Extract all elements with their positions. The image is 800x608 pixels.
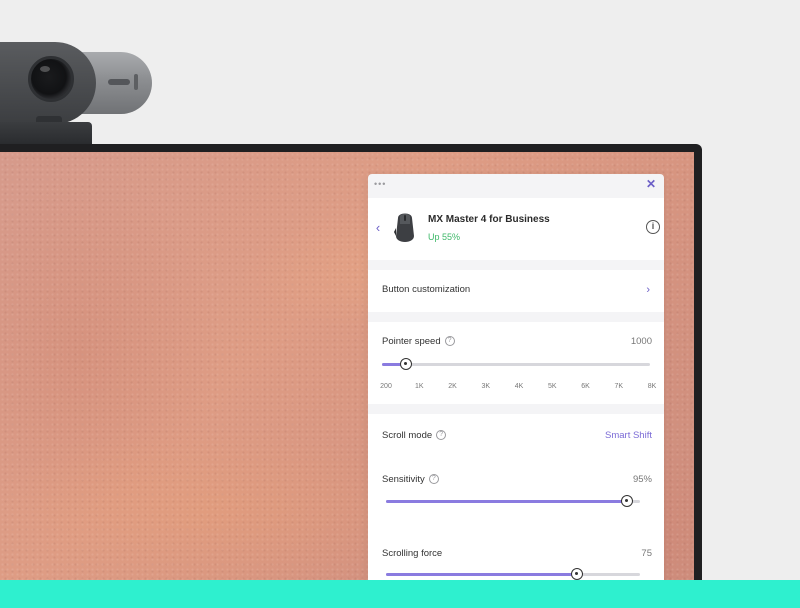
sensitivity-value: 95% — [632, 474, 652, 485]
menu-dots-icon[interactable]: ••• — [374, 180, 388, 189]
pointer-speed-tick-label: 7K — [614, 383, 624, 390]
scrolling-force-label: Scrolling force — [382, 548, 443, 559]
options-panel: ••• ✕ ‹ MX Master 4 for Business Up 55% … — [368, 174, 664, 594]
pointer-speed-slider[interactable] — [382, 363, 650, 366]
panel-titlebar: ••• ✕ — [368, 174, 664, 194]
sensitivity-slider-thumb[interactable] — [621, 495, 634, 507]
scrolling-force-slider-fill — [386, 573, 577, 576]
pointer-speed-tick-label: 5K — [547, 383, 557, 390]
pointer-speed-tick-label: 1K — [414, 383, 424, 390]
scroll-mode-label: Scroll mode? — [382, 430, 447, 441]
pointer-speed-tick-label: 200 — [380, 383, 392, 390]
pointer-speed-tick-label: 6K — [581, 383, 590, 390]
battery-status: Up 55% — [428, 232, 461, 242]
bottom-band — [0, 580, 800, 608]
sensitivity-label: Sensitivity? — [382, 474, 439, 485]
webcam-lens-glare — [40, 66, 50, 72]
sensitivity-slider[interactable] — [386, 500, 640, 503]
scroll-mode-value[interactable]: Smart Shift — [605, 430, 652, 441]
pointer-speed-value: 1000 — [630, 336, 652, 347]
webcam — [0, 36, 160, 156]
back-chevron-icon[interactable]: ‹ — [372, 220, 384, 236]
close-button[interactable]: ✕ — [644, 177, 658, 191]
mouse-icon — [394, 213, 414, 242]
monitor-screen: ••• ✕ ‹ MX Master 4 for Business Up 55% … — [0, 152, 694, 594]
button-customization-row[interactable]: Button customization › — [368, 270, 664, 312]
device-name: MX Master 4 for Business — [428, 214, 550, 225]
scrolling-force-slider[interactable] — [386, 573, 640, 576]
webcam-privacy-slot — [108, 79, 130, 85]
webcam-lens — [28, 56, 74, 102]
help-icon[interactable]: ? — [444, 336, 455, 347]
info-icon[interactable]: i — [646, 220, 660, 234]
help-icon[interactable]: ? — [436, 430, 447, 441]
pointer-speed-tick-label: 8K — [647, 383, 657, 390]
pointer-speed-ticks: 200 1K 2K 3K 4K 5K 6K 7K 8K — [380, 383, 656, 393]
pointer-speed-tick-label: 3K — [481, 383, 491, 390]
webcam-mount — [0, 122, 92, 144]
button-customization-label: Button customization — [382, 284, 471, 295]
pointer-speed-section: Pointer speed? 1000 200 1K 2K 3K 4K 5K 6K 7K 8K — [368, 322, 664, 404]
pointer-speed-tick-label: 2K — [448, 383, 457, 390]
scrolling-force-slider-thumb[interactable] — [570, 568, 583, 580]
device-header: ‹ MX Master 4 for Business Up 55% i — [368, 198, 664, 260]
scrolling-force-value: 75 — [641, 548, 652, 559]
help-icon[interactable]: ? — [428, 474, 439, 485]
webcam-indicator — [134, 74, 138, 90]
pointer-speed-tick-label: 4K — [514, 383, 524, 390]
monitor: ••• ✕ ‹ MX Master 4 for Business Up 55% … — [0, 144, 702, 594]
pointer-speed-slider-thumb[interactable] — [400, 358, 413, 370]
pointer-speed-label: Pointer speed? — [382, 336, 455, 347]
chevron-right-icon: › — [646, 284, 650, 296]
scroll-section: Scroll mode? Smart Shift Sensitivity? 95… — [368, 414, 664, 594]
sensitivity-slider-fill — [386, 500, 628, 503]
